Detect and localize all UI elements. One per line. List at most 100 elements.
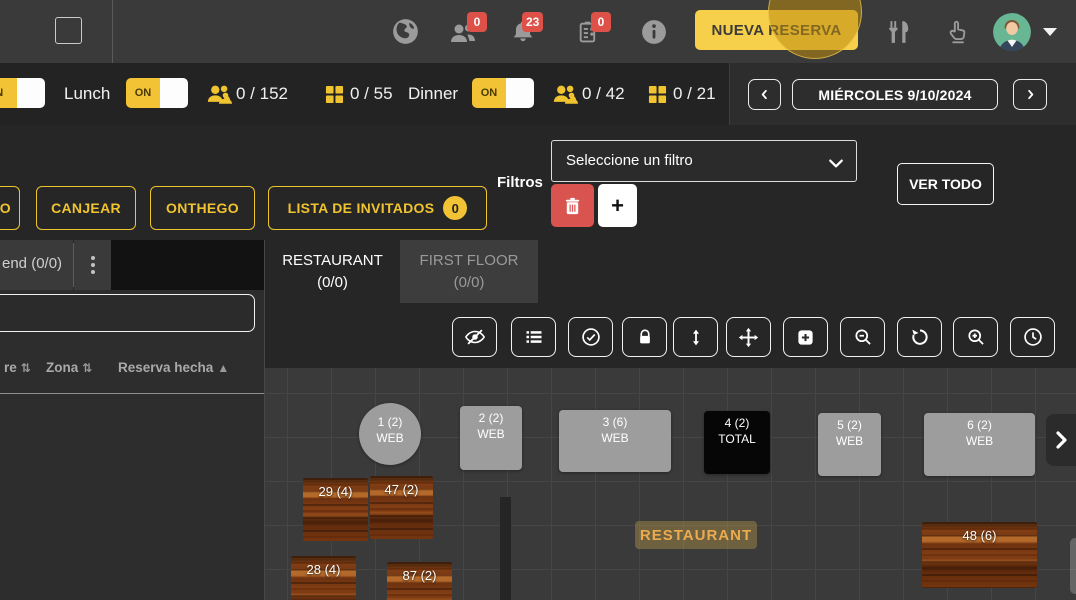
filters-label: Filtros [497, 174, 543, 191]
add-table-button[interactable] [783, 317, 828, 357]
guest-list-button[interactable]: LISTA DE INVITADOS 0 [268, 186, 487, 230]
hide-view-icon [464, 329, 485, 345]
top-bar: 0 23 0 NUEVA RESERVA [0, 0, 1076, 63]
dinner-tables-count: 0 / 21 [673, 84, 716, 103]
lunch-tables-icon [325, 85, 344, 109]
expand-panel-button[interactable] [1046, 414, 1076, 466]
hide-view-button[interactable] [452, 317, 497, 357]
table-1[interactable]: 1 (2) WEB [359, 403, 421, 465]
menu-square-button[interactable] [55, 17, 82, 44]
sort-both-icon: ⇅ [20, 361, 31, 375]
search-input[interactable] [0, 294, 255, 332]
left-panel-tab-spacer [111, 240, 264, 290]
dinner-toggle-off [506, 78, 534, 108]
servicebar-divider [729, 63, 730, 125]
dinner-label: Dinner [408, 84, 459, 103]
dinner-guests-icon [552, 82, 578, 110]
edge-toggle[interactable]: ON [0, 78, 45, 108]
vertical-dots-icon [90, 256, 95, 274]
avatar[interactable] [993, 13, 1031, 51]
lunch-guests-icon [206, 82, 232, 110]
table-6[interactable]: 6 (2) WEB [924, 413, 1035, 476]
globe-icon[interactable] [390, 16, 420, 46]
floor-plan: 1 (2) WEB 2 (2) WEB 3 (6) WEB 4 (2) TOTAL 5 … [265, 368, 1076, 600]
waitlist-badge: 0 [591, 12, 611, 32]
zoom-in-button[interactable] [953, 317, 998, 357]
edge-toggle-off [17, 78, 45, 108]
column-header-name[interactable]: re ⇅ [4, 360, 31, 375]
resize-vertical-button[interactable] [673, 317, 718, 357]
zoom-out-button[interactable] [840, 317, 885, 357]
date-prev-button[interactable] [748, 79, 781, 110]
dinner-toggle[interactable]: ON [472, 78, 534, 108]
view-all-button[interactable]: VER TODO [897, 163, 994, 205]
delete-filter-button[interactable] [551, 184, 594, 227]
lunch-toggle[interactable]: ON [126, 78, 188, 108]
dinner-tables-icon [648, 85, 667, 109]
table-47[interactable]: 47 (2) [370, 476, 433, 539]
wall-divider [500, 497, 511, 600]
date-button[interactable]: MIÉRCOLES 9/10/2024 [792, 79, 998, 110]
edge-action-button[interactable]: O [0, 186, 20, 230]
date-next-button[interactable] [1013, 79, 1047, 110]
column-header-zona[interactable]: Zona ⇅ [46, 360, 92, 375]
table-87[interactable]: 87 (2) [387, 562, 452, 600]
edge-toggle-on: ON [0, 78, 17, 108]
left-panel-tab-label: end (0/0) [2, 255, 63, 272]
caret-down-icon[interactable] [1043, 28, 1057, 36]
dinner-guests-count: 0 / 42 [582, 84, 625, 103]
lunch-label: Lunch [64, 84, 111, 103]
topbar-divider [112, 0, 113, 63]
reservation-app: 0 23 0 NUEVA RESERVA ON Lunch [0, 0, 1076, 600]
table-29[interactable]: 29 (4) [303, 478, 368, 541]
lunch-toggle-on: ON [126, 78, 160, 108]
table-48[interactable]: 48 (6) [922, 522, 1037, 588]
left-panel-menu-button[interactable] [74, 240, 111, 290]
table-28[interactable]: 28 (4) [291, 556, 356, 600]
add-table-icon [798, 329, 813, 345]
history-button[interactable] [1010, 317, 1055, 357]
move-button[interactable] [726, 317, 771, 357]
chevron-right-icon [1056, 431, 1067, 449]
lunch-toggle-off [160, 78, 188, 108]
dinner-toggle-on: ON [472, 78, 506, 108]
rotate-ccw-icon [911, 329, 928, 345]
trash-icon [565, 197, 580, 214]
zoom-in-icon [967, 329, 984, 345]
table-2[interactable]: 2 (2) WEB [460, 406, 522, 470]
guest-list-label: LISTA DE INVITADOS [287, 200, 435, 216]
zoom-out-icon [854, 329, 871, 345]
list-view-button[interactable] [511, 317, 556, 357]
list-view-icon [526, 331, 541, 343]
users-badge: 0 [467, 12, 487, 32]
resize-vertical-icon [692, 329, 699, 345]
filter-select[interactable]: Seleccione un filtro [551, 140, 857, 182]
column-header-reserva-hecha[interactable]: Reserva hecha ▲ [118, 360, 229, 375]
tab-first-floor[interactable]: FIRST FLOOR (0/0) [400, 240, 538, 303]
tab-restaurant[interactable]: RESTAURANT (0/0) [267, 240, 398, 303]
rotate-button[interactable] [897, 317, 942, 357]
info-icon[interactable] [639, 17, 669, 47]
confirm-button[interactable] [568, 317, 613, 357]
sort-both-icon: ⇅ [82, 361, 93, 375]
lock-icon [639, 329, 650, 344]
lunch-tables-count: 0 / 55 [350, 84, 393, 103]
guest-list-count-badge: 0 [443, 196, 468, 220]
restaurant-utensils-icon[interactable] [884, 17, 914, 47]
add-filter-button[interactable]: + [598, 184, 637, 227]
new-reservation-button[interactable]: NUEVA RESERVA [695, 10, 858, 50]
move-icon [738, 327, 759, 347]
scrollbar-thumb[interactable] [1070, 538, 1076, 594]
canjear-button[interactable]: CANJEAR [36, 186, 136, 230]
table-4[interactable]: 4 (2) TOTAL [704, 411, 770, 474]
confirm-circle-icon [581, 328, 600, 346]
table-3[interactable]: 3 (6) WEB [559, 410, 671, 472]
notifications-badge: 23 [522, 12, 544, 32]
hand-pointer-icon[interactable] [942, 16, 972, 46]
lock-button[interactable] [622, 317, 667, 357]
table-5[interactable]: 5 (2) WEB [818, 413, 881, 476]
service-bar: ON Lunch ON 0 / 152 0 / 55 Dinner ON 0 /… [0, 63, 1076, 125]
reservation-list-panel [0, 290, 264, 600]
onthego-button[interactable]: ONTHEGO [150, 186, 255, 230]
clock-icon [1023, 328, 1042, 346]
